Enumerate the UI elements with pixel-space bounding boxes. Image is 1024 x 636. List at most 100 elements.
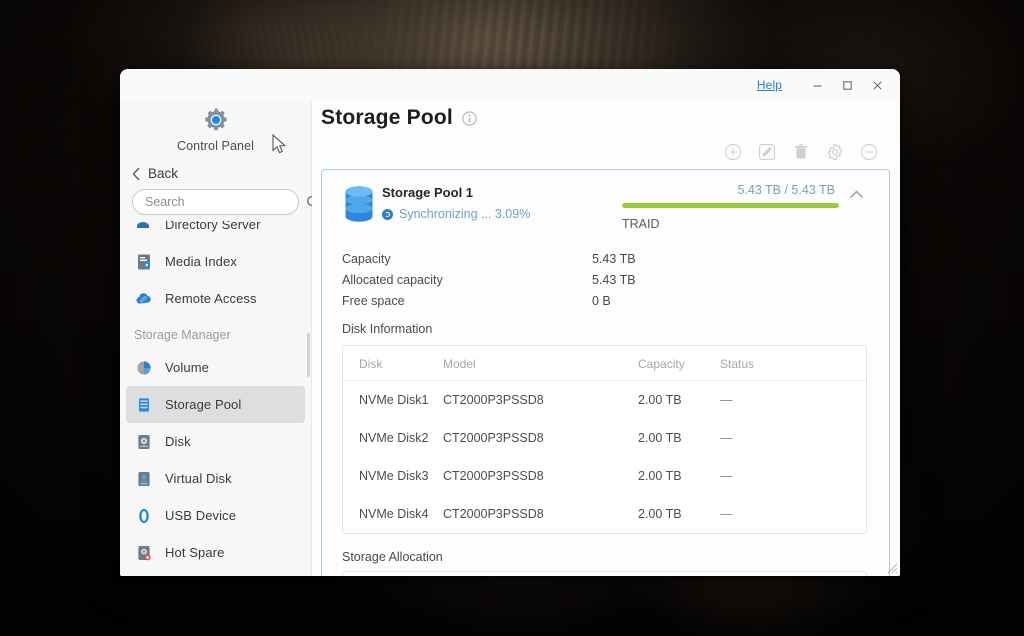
pool-collapse-button[interactable] (839, 182, 873, 199)
sidebar-item-label: USB Device (165, 508, 236, 523)
add-pool-button[interactable] (724, 143, 742, 161)
pool-raid-type: TRAID (622, 217, 839, 231)
table-cell: — (720, 457, 866, 495)
pool-usage-text: 5.43 TB / 5.43 TB (622, 183, 839, 197)
disk-information-label: Disk Information (342, 322, 873, 336)
pool-detail-key: Allocated capacity (342, 270, 592, 291)
sidebar-item-label: Virtual Disk (165, 471, 232, 486)
table-header-row: DiskModelCapacityStatus (343, 346, 866, 381)
page-title: Storage Pool (321, 106, 453, 130)
window-resize-grip[interactable] (885, 561, 898, 574)
pool-detail-value: 5.43 TB (592, 270, 636, 291)
pool-header: Storage Pool 1 Synchronizing ... 3.09% 5… (336, 182, 873, 231)
volume-pie-icon (134, 358, 154, 378)
sidebar-group-storage-manager: Storage Manager (120, 317, 311, 349)
storage-pool-cylinder-icon (336, 182, 382, 224)
disk-icon (134, 432, 154, 452)
control-panel-header: Control Panel (120, 101, 311, 153)
control-panel-window: Help (120, 69, 900, 576)
minimize-button[interactable] (802, 72, 832, 98)
virtual-disk-icon (134, 469, 154, 489)
table-column-header: Status (720, 346, 866, 381)
table-cell: — (720, 381, 866, 420)
table-column-header: Disk (343, 346, 443, 381)
sidebar-item-label: Disk (165, 434, 191, 449)
storage-allocation-label: Storage Allocation (342, 550, 873, 564)
sidebar-nav-list: Directory Server Media Index (120, 221, 311, 571)
storage-pool-card[interactable]: Storage Pool 1 Synchronizing ... 3.09% 5… (321, 169, 890, 576)
sidebar-item-directory-server[interactable]: Directory Server (120, 221, 311, 243)
remote-access-cloud-icon (134, 289, 154, 309)
help-link[interactable]: Help (757, 78, 782, 92)
pool-detail-row: Capacity5.43 TB (342, 249, 873, 270)
sidebar-item-label: Directory Server (165, 221, 261, 232)
window-body: Control Panel Back (120, 101, 900, 576)
pool-usage-track (622, 203, 839, 208)
control-panel-label: Control Panel (120, 139, 311, 153)
back-button[interactable]: Back (120, 153, 311, 189)
pool-name-block: Storage Pool 1 Synchronizing ... 3.09% (382, 182, 622, 221)
sidebar-item-virtual-disk[interactable]: Virtual Disk (120, 460, 311, 497)
table-cell: CT2000P3PSSD8 (443, 381, 638, 420)
pool-detail-key: Capacity (342, 249, 592, 270)
pool-details-list: Capacity5.43 TBAllocated capacity5.43 TB… (342, 249, 873, 312)
table-row[interactable]: NVMe Disk4CT2000P3PSSD82.00 TB— (343, 495, 866, 533)
sidebar-item-usb-device[interactable]: USB Device (120, 497, 311, 534)
sidebar-item-media-index[interactable]: Media Index (120, 243, 311, 280)
sidebar-item-label: Hot Spare (165, 545, 224, 560)
sidebar-item-label: Storage Pool (165, 397, 241, 412)
search-input[interactable] (145, 195, 306, 209)
pool-detail-row: Allocated capacity5.43 TB (342, 270, 873, 291)
window-titlebar: Help (120, 69, 900, 101)
media-index-icon (134, 252, 154, 272)
sidebar-item-hot-spare[interactable]: Hot Spare (120, 534, 311, 571)
close-button[interactable] (862, 72, 892, 98)
pool-settings-button[interactable] (826, 143, 844, 161)
search-box[interactable] (132, 189, 299, 215)
storage-allocation-panel (342, 571, 867, 576)
table-row[interactable]: NVMe Disk1CT2000P3PSSD82.00 TB— (343, 381, 866, 420)
table-cell: 2.00 TB (638, 419, 720, 457)
table-column-header: Capacity (638, 346, 720, 381)
pool-status-text: Synchronizing ... 3.09% (399, 207, 530, 221)
table-cell: — (720, 495, 866, 533)
hot-spare-icon (134, 543, 154, 563)
table-cell: CT2000P3PSSD8 (443, 495, 638, 533)
table-cell: NVMe Disk1 (343, 381, 443, 420)
storage-pool-icon (134, 395, 154, 415)
table-cell: CT2000P3PSSD8 (443, 419, 638, 457)
table-cell: NVMe Disk3 (343, 457, 443, 495)
sync-icon (382, 209, 393, 220)
gear-icon (120, 105, 311, 135)
desktop-background: Help (0, 0, 1024, 636)
remove-pool-button[interactable] (860, 143, 878, 161)
sidebar-scrollbar-thumb[interactable] (307, 333, 310, 377)
pool-status: Synchronizing ... 3.09% (382, 207, 622, 221)
sidebar-item-label: Remote Access (165, 291, 257, 306)
pool-usage-meter: 5.43 TB / 5.43 TB TRAID (622, 182, 839, 231)
edit-pool-button[interactable] (758, 143, 776, 161)
pool-toolbar (312, 130, 900, 169)
sidebar-item-remote-access[interactable]: Remote Access (120, 280, 311, 317)
table-row[interactable]: NVMe Disk2CT2000P3PSSD82.00 TB— (343, 419, 866, 457)
delete-pool-button[interactable] (792, 143, 810, 161)
table-cell: NVMe Disk2 (343, 419, 443, 457)
info-icon[interactable] (462, 111, 477, 126)
sidebar-item-label: Media Index (165, 254, 237, 269)
sidebar: Control Panel Back (120, 101, 312, 576)
sidebar-item-volume[interactable]: Volume (120, 349, 311, 386)
sidebar-nav-scroll[interactable]: Directory Server Media Index (120, 221, 311, 576)
sidebar-item-storage-pool[interactable]: Storage Pool (126, 386, 305, 423)
sidebar-item-disk[interactable]: Disk (120, 423, 311, 460)
main-content: Storage Pool (312, 101, 900, 576)
usb-device-icon (134, 506, 154, 526)
pool-detail-value: 0 B (592, 291, 611, 312)
table-row[interactable]: NVMe Disk3CT2000P3PSSD82.00 TB— (343, 457, 866, 495)
chevron-left-icon (132, 167, 141, 181)
table-column-header: Model (443, 346, 638, 381)
maximize-button[interactable] (832, 72, 862, 98)
pool-content-scroll[interactable]: Storage Pool 1 Synchronizing ... 3.09% 5… (312, 169, 900, 576)
table-cell: NVMe Disk4 (343, 495, 443, 533)
directory-server-icon (134, 221, 154, 235)
pool-name: Storage Pool 1 (382, 185, 622, 200)
